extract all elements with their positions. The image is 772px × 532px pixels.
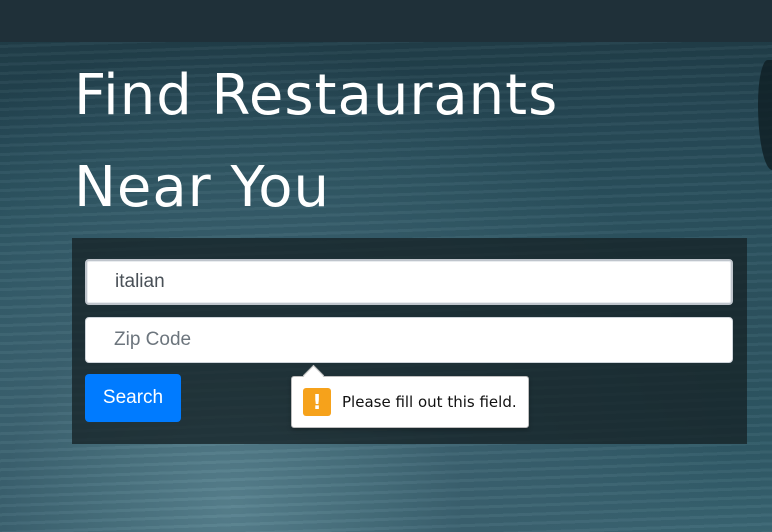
warning-icon: ! [303, 388, 331, 416]
page-title: Find Restaurants Near You [74, 50, 558, 234]
page-title-line-1: Find Restaurants [74, 63, 559, 128]
validation-tooltip: ! Please fill out this field. [291, 364, 529, 428]
search-term-input[interactable] [85, 259, 733, 305]
validation-message: Please fill out this field. [342, 393, 517, 411]
top-nav-bar [0, 0, 772, 42]
page-title-line-2: Near You [74, 155, 331, 220]
search-button[interactable]: Search [85, 374, 181, 422]
zip-code-input[interactable] [85, 317, 733, 363]
